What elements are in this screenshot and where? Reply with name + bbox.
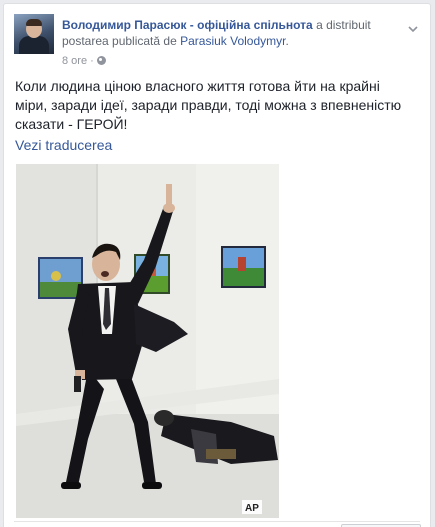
post-headline: Володимир Парасюк - офіційна спільнота a… — [62, 17, 382, 49]
original-author-link[interactable]: Parasiuk Volodymyr — [180, 34, 285, 48]
post-photo[interactable]: AP — [16, 164, 279, 518]
meta-separator: · — [90, 55, 94, 67]
photo-icon: AP — [16, 164, 279, 518]
post-header: Володимир Парасюк - офіційна спільнота a… — [14, 14, 420, 67]
page-avatar[interactable] — [14, 14, 54, 54]
globe-icon[interactable] — [96, 56, 106, 65]
post-body-text: Коли людина ціною власного життя готова … — [15, 78, 402, 132]
headline-period: . — [285, 34, 289, 48]
see-translation-link[interactable]: Vezi traducerea — [15, 136, 112, 154]
footer-divider — [14, 521, 420, 522]
post-timestamp[interactable]: 8 ore — [62, 55, 87, 67]
post-meta: 8 ore · — [62, 54, 106, 68]
page-name-link[interactable]: Володимир Парасюк - офіційна спільнота — [62, 18, 313, 32]
ap-watermark: AP — [245, 503, 259, 514]
chevron-down-icon[interactable] — [408, 24, 418, 34]
post-card: Володимир Парасюк - офіційна спільнота a… — [3, 3, 431, 527]
